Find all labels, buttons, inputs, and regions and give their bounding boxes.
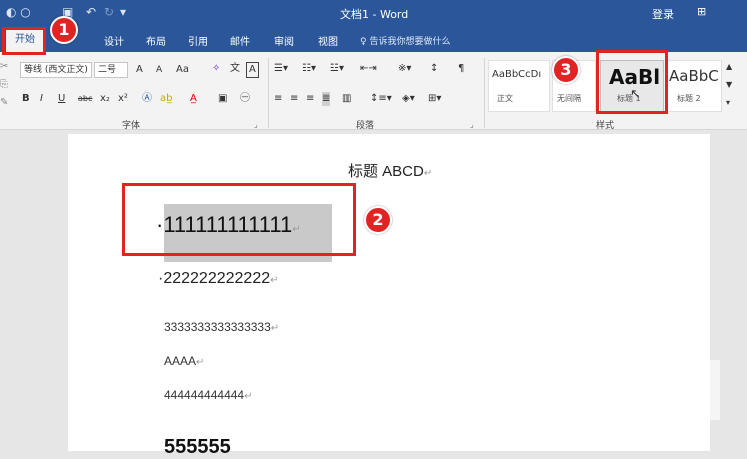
chinese-layout-icon[interactable]: ※▾ bbox=[398, 62, 411, 76]
indent-icon[interactable]: ⇤⇥ bbox=[360, 62, 377, 76]
style-normal[interactable]: AaBbCcDı 正文 bbox=[488, 60, 550, 112]
paragraph-mark: ↵ bbox=[196, 357, 205, 368]
phonetic-icon[interactable]: 文 bbox=[230, 62, 240, 76]
sort-icon[interactable]: ↕ bbox=[430, 62, 438, 76]
align-center-icon[interactable]: ≡ bbox=[290, 92, 298, 106]
tell-me-search[interactable]: ♀ 告诉我你想要做什么 bbox=[360, 34, 450, 47]
glare-overlay bbox=[560, 360, 720, 420]
doc-title-text: 标题 ABCD bbox=[348, 163, 424, 180]
tab-design[interactable]: 设计 bbox=[104, 33, 124, 48]
ribbon-tabs: 开始 设计 布局 引用 邮件 审阅 视图 ♀ 告诉我你想要做什么 bbox=[0, 26, 747, 52]
divider bbox=[268, 58, 269, 128]
style-normal-sample: AaBbCcDı bbox=[492, 69, 542, 80]
doc-line-3-text: 3333333333333333 bbox=[164, 320, 271, 334]
align-left-icon[interactable]: ≡ bbox=[274, 92, 282, 106]
doc-line-5-text: 444444444444 bbox=[164, 388, 245, 402]
login-link[interactable]: 登录 bbox=[652, 6, 674, 22]
line-spacing-icon[interactable]: ↕≡▾ bbox=[370, 92, 392, 106]
show-marks-icon[interactable]: ¶ bbox=[458, 62, 464, 76]
title-bar: ◐ ○ ▣ ↶ ↻ ▾ 文档1 - Word 登录 ⊞ bbox=[0, 0, 747, 26]
highlight-icon[interactable]: ab̲ bbox=[160, 92, 172, 106]
italic-button[interactable]: I bbox=[40, 92, 43, 106]
autosave-toggle[interactable]: ◐ ○ bbox=[6, 5, 31, 19]
highlight-box-selection bbox=[122, 183, 356, 256]
doc-line-6[interactable]: 555555 bbox=[164, 436, 231, 459]
highlight-box-home-tab bbox=[2, 27, 46, 55]
paragraph-mark: ↵ bbox=[423, 168, 433, 179]
tab-mailings[interactable]: 邮件 bbox=[230, 33, 250, 48]
step-badge-2: 2 bbox=[364, 206, 392, 234]
strikethrough-button[interactable]: abc bbox=[78, 92, 92, 106]
redo-button[interactable]: ↻ bbox=[104, 5, 114, 19]
doc-line-2-text: 222222222222 bbox=[163, 270, 271, 287]
text-effects-icon[interactable]: Ⓐ bbox=[142, 92, 152, 106]
step-badge-1: 1 bbox=[50, 16, 78, 44]
bullets-icon[interactable]: ☰▾ bbox=[274, 62, 288, 76]
change-case-button[interactable]: Aa bbox=[176, 63, 189, 77]
doc-line-3[interactable]: 3333333333333333↵ bbox=[164, 320, 279, 334]
doc-line-4-text: AAAA bbox=[164, 354, 197, 368]
divider bbox=[484, 58, 485, 128]
style-heading2-label: 标题 2 bbox=[677, 94, 701, 103]
distributed-icon[interactable]: ▥ bbox=[342, 92, 351, 106]
enclose-char-icon[interactable]: ㊀ bbox=[240, 92, 250, 106]
tab-layout[interactable]: 布局 bbox=[146, 33, 166, 48]
copy-icon[interactable]: ⎘ bbox=[0, 78, 8, 92]
step-badge-3: 3 bbox=[552, 56, 580, 84]
paragraph-mark: ↵ bbox=[270, 323, 280, 334]
doc-line-5[interactable]: 444444444444↵ bbox=[164, 388, 252, 402]
tab-references[interactable]: 引用 bbox=[188, 33, 208, 48]
underline-button[interactable]: U bbox=[58, 92, 65, 106]
paragraph-mark: ↵ bbox=[270, 275, 279, 286]
superscript-button[interactable]: x² bbox=[118, 92, 128, 106]
clipboard-icon[interactable]: ✂ bbox=[0, 60, 8, 74]
shrink-font-button[interactable]: A bbox=[156, 63, 162, 77]
doc-title-line[interactable]: 标题 ABCD↵ bbox=[348, 160, 432, 181]
justify-icon[interactable]: ≣ bbox=[322, 92, 331, 106]
align-right-icon[interactable]: ≡ bbox=[306, 92, 314, 106]
style-no-spacing-label: 无间隔 bbox=[557, 94, 581, 103]
font-color-icon[interactable]: A̲ bbox=[190, 92, 197, 106]
bold-button[interactable]: B bbox=[22, 92, 30, 106]
tab-view[interactable]: 视图 bbox=[318, 33, 338, 48]
paragraph-mark: ↵ bbox=[244, 391, 253, 402]
borders-icon[interactable]: ⊞▾ bbox=[428, 92, 441, 106]
ribbon-display-icon[interactable]: ⊞ bbox=[697, 5, 706, 18]
styles-scroll-up-icon[interactable]: ▲ bbox=[726, 60, 732, 74]
doc-line-2[interactable]: ·222222222222↵ bbox=[158, 270, 279, 288]
subscript-button[interactable]: x₂ bbox=[100, 92, 110, 106]
window-title: 文档1 - Word bbox=[340, 8, 409, 21]
clear-format-icon[interactable]: ✧ bbox=[212, 62, 220, 76]
undo-button[interactable]: ↶ bbox=[86, 5, 96, 19]
font-name-box[interactable]: 等线 (西文正文) bbox=[20, 62, 92, 78]
style-normal-label: 正文 bbox=[497, 94, 513, 103]
format-painter-icon[interactable]: ✎ bbox=[0, 96, 8, 110]
font-size-box[interactable]: 二号 bbox=[94, 62, 128, 78]
multilevel-list-icon[interactable]: ☳▾ bbox=[330, 62, 344, 76]
grow-font-button[interactable]: A bbox=[136, 63, 143, 77]
numbering-icon[interactable]: ☷▾ bbox=[302, 62, 316, 76]
style-heading2[interactable]: AaBbC 标题 2 bbox=[666, 60, 722, 112]
styles-scroll-down-icon[interactable]: ▼ bbox=[726, 78, 732, 92]
tab-review[interactable]: 审阅 bbox=[274, 33, 294, 48]
style-heading2-sample: AaBbC bbox=[669, 67, 719, 85]
doc-line-4[interactable]: AAAA↵ bbox=[164, 354, 204, 368]
shading-icon[interactable]: ◈▾ bbox=[402, 92, 415, 106]
tell-me-text: 告诉我你想要做什么 bbox=[369, 37, 451, 47]
highlight-box-heading1 bbox=[596, 50, 668, 114]
char-shading-icon[interactable]: ▣ bbox=[218, 92, 227, 106]
customize-quick-access-button[interactable]: ▾ bbox=[120, 5, 126, 19]
styles-more-icon[interactable]: ▾ bbox=[726, 96, 730, 110]
char-border-button[interactable]: A bbox=[246, 62, 259, 78]
